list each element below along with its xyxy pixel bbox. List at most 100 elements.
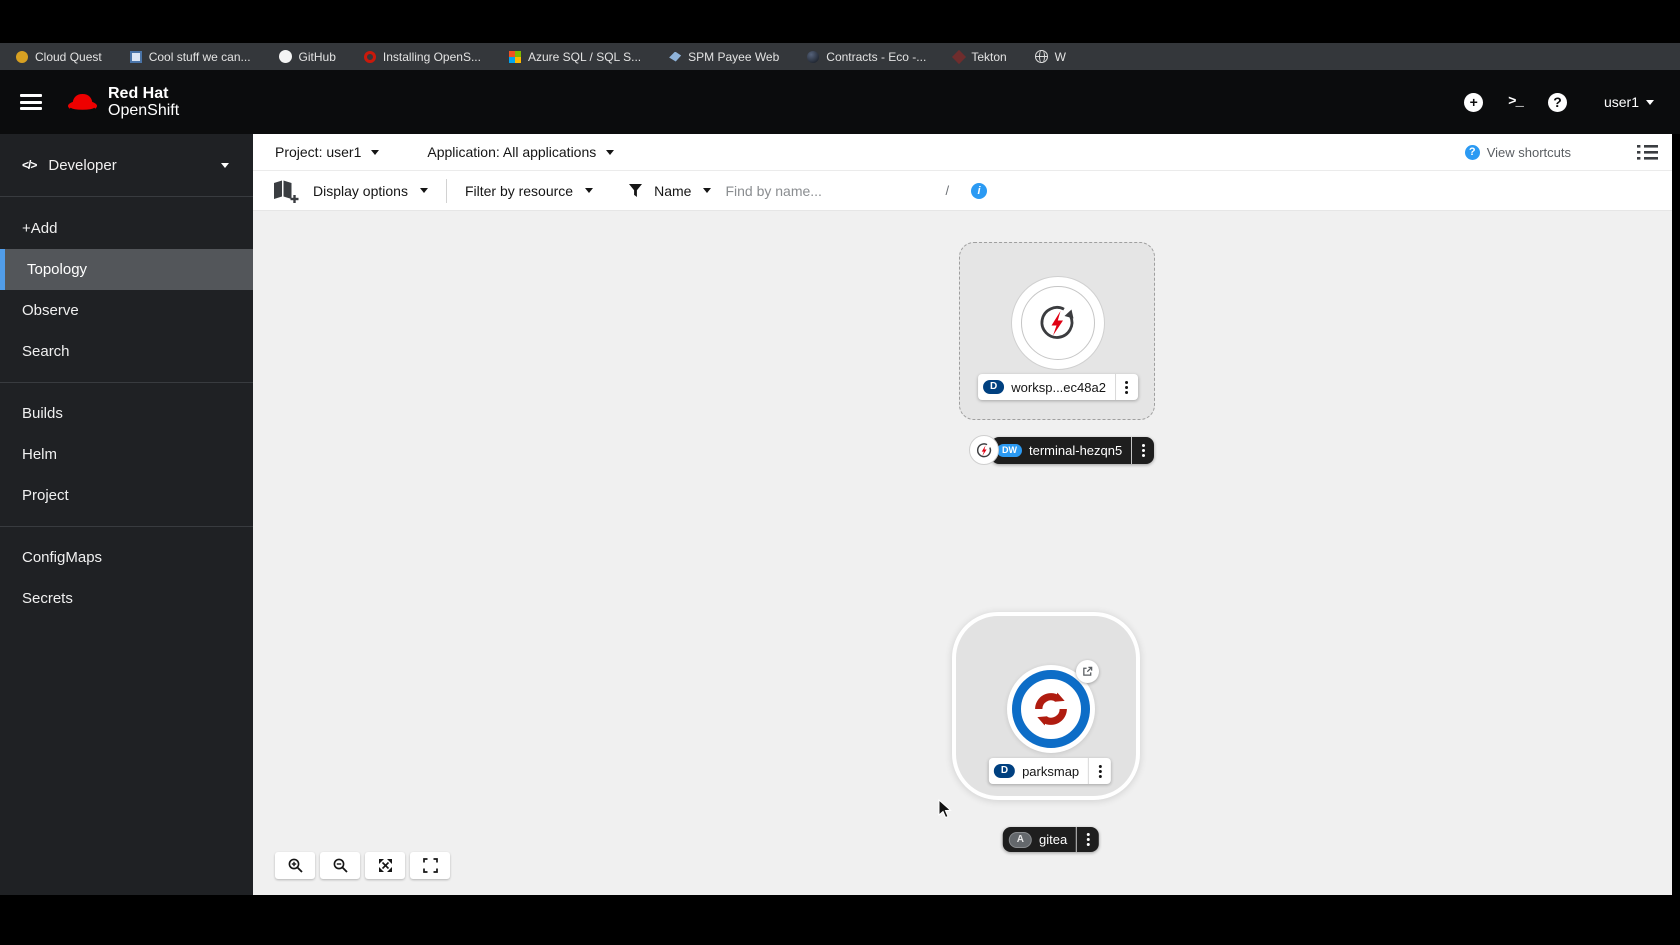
bookmark-contracts[interactable]: Contracts - Eco -...	[807, 50, 926, 64]
list-view-toggle-icon[interactable]	[1637, 144, 1658, 161]
bookmark-azure-sql[interactable]: Azure SQL / SQL S...	[508, 49, 642, 64]
topology-canvas[interactable]: D worksp...ec48a2 DW terminal-hezqn5 D p…	[253, 211, 1672, 895]
fit-to-screen-button[interactable]	[365, 852, 405, 879]
devworkspace-badge: DW	[997, 443, 1022, 457]
sidebar-item-search[interactable]: Search	[0, 331, 253, 372]
bookmark-cloud-quest[interactable]: Cloud Quest	[16, 50, 102, 64]
openshift-refresh-icon	[1035, 692, 1067, 726]
nav-divider	[0, 526, 253, 527]
chevron-down-icon	[371, 149, 380, 155]
sidebar-item-helm[interactable]: Helm	[0, 434, 253, 475]
perspective-label: Developer	[48, 156, 117, 174]
parksmap-node-label[interactable]: D parksmap	[988, 758, 1112, 784]
bookmark-label: Cool stuff we can...	[148, 49, 251, 64]
topology-view-icon	[274, 180, 299, 203]
kebab-menu-icon[interactable]	[1132, 437, 1154, 464]
devworkspace-decorator-icon	[969, 435, 999, 465]
deployment-badge: D	[993, 764, 1016, 778]
perspective-switcher[interactable]: </> Developer	[0, 134, 253, 196]
workspace-node[interactable]	[1011, 276, 1105, 370]
help-icon[interactable]: ?	[1547, 92, 1567, 112]
bookmark-cool-stuff[interactable]: Cool stuff we can...	[129, 49, 251, 64]
sidebar-item-project[interactable]: Project	[0, 475, 253, 516]
kebab-menu-icon[interactable]	[1077, 827, 1099, 852]
main-content: Project: user1 Application: All applicat…	[253, 134, 1672, 895]
node-label-text: worksp...ec48a2	[1011, 379, 1106, 395]
redhat-fedora-icon	[68, 93, 97, 112]
screen-bottom-letterbox	[0, 895, 1680, 945]
sphere-icon	[807, 50, 820, 63]
workspace-node-label[interactable]: D worksp...ec48a2	[978, 374, 1138, 400]
quick-create-plus-icon[interactable]: +	[1464, 92, 1484, 112]
view-shortcuts-link[interactable]: ? View shortcuts	[1464, 144, 1571, 160]
sidebar-item-add[interactable]: +Add	[0, 208, 253, 249]
info-icon[interactable]: i	[971, 182, 988, 199]
bookmark-label: SPM Payee Web	[688, 49, 780, 64]
deployment-badge: D	[983, 380, 1005, 394]
cloud-quest-icon	[16, 50, 28, 63]
bookmark-label: Installing OpenS...	[382, 49, 481, 64]
zoom-in-icon	[288, 858, 303, 873]
kebab-menu-icon[interactable]	[1116, 374, 1138, 400]
find-by-name-input[interactable]	[725, 182, 936, 199]
wing-icon	[669, 51, 682, 62]
microsoft-grid-icon	[508, 50, 521, 63]
kebab-menu-icon[interactable]	[1089, 758, 1111, 784]
build-bolt-icon	[1040, 306, 1074, 339]
external-link-icon	[1083, 666, 1093, 676]
zoom-out-icon	[333, 858, 348, 873]
parksmap-node[interactable]	[1012, 670, 1090, 748]
bookmark-installing-openshift[interactable]: Installing OpenS...	[363, 49, 481, 64]
fullscreen-button[interactable]	[410, 852, 450, 879]
project-dropdown[interactable]: Project: user1	[275, 144, 380, 160]
redhat-openshift-logo[interactable]: Red Hat OpenShift	[66, 85, 179, 120]
fullscreen-brackets-icon	[422, 858, 438, 873]
gitea-node-label[interactable]: A gitea	[1002, 827, 1100, 852]
sidebar-nav: </> Developer +Add Topology Observe Sear…	[0, 134, 253, 895]
bookmark-w[interactable]: W	[1034, 50, 1066, 64]
filter-funnel-icon	[629, 184, 643, 197]
toolbar-divider	[445, 178, 447, 203]
sidebar-item-builds[interactable]: Builds	[0, 393, 253, 434]
name-filter-dropdown[interactable]: Name	[629, 183, 712, 199]
zoom-out-button[interactable]	[320, 852, 360, 879]
application-dropdown[interactable]: Application: All applications	[427, 144, 615, 160]
bookmark-label: GitHub	[298, 49, 336, 64]
screen-right-letterbox	[1672, 134, 1680, 895]
mouse-cursor	[938, 799, 952, 819]
filter-by-resource-dropdown[interactable]: Filter by resource	[465, 183, 594, 199]
web-terminal-icon[interactable]: >_	[1508, 94, 1524, 110]
terminal-node[interactable]: DW terminal-hezqn5	[969, 435, 1155, 465]
bookmark-label: Azure SQL / SQL S...	[527, 49, 642, 64]
bookmark-label: Cloud Quest	[35, 49, 102, 64]
sidebar-item-observe[interactable]: Observe	[0, 290, 253, 331]
screen-top-letterbox	[0, 0, 1680, 43]
canvas-controls	[275, 852, 450, 879]
node-label-text: terminal-hezqn5	[1029, 442, 1123, 458]
bookmark-spm-payee[interactable]: SPM Payee Web	[669, 50, 779, 64]
topology-toolbar: Display options Filter by resource Name …	[253, 171, 1672, 211]
chevron-down-icon	[221, 162, 229, 168]
user-menu[interactable]: user1	[1604, 94, 1654, 110]
bookmark-github[interactable]: GitHub	[278, 49, 336, 64]
sidebar-item-topology[interactable]: Topology	[0, 249, 253, 290]
brand-line-2: OpenShift	[108, 102, 180, 119]
display-options-dropdown[interactable]: Display options	[313, 183, 428, 199]
sidebar-item-configmaps[interactable]: ConfigMaps	[0, 537, 253, 578]
bookmark-tekton[interactable]: Tekton	[952, 49, 1007, 64]
node-label-text: parksmap	[1022, 763, 1080, 779]
username: user1	[1603, 94, 1639, 110]
brand-line-1: Red Hat	[108, 84, 169, 102]
zoom-in-button[interactable]	[275, 852, 315, 879]
chevron-down-icon	[585, 188, 594, 193]
chevron-down-icon	[1646, 99, 1654, 105]
chevron-down-icon	[606, 149, 615, 155]
chevron-down-icon	[703, 188, 712, 193]
external-link-decorator[interactable]	[1076, 660, 1099, 683]
sidebar-item-secrets[interactable]: Secrets	[0, 578, 253, 619]
terminal-node-label[interactable]: DW terminal-hezqn5	[991, 436, 1155, 464]
browser-bookmarks-bar: Cloud Quest Cool stuff we can... GitHub …	[0, 43, 1680, 70]
menu-toggle-icon[interactable]	[20, 94, 42, 110]
chevron-down-icon	[419, 188, 428, 193]
openshift-ring-icon	[363, 50, 376, 63]
